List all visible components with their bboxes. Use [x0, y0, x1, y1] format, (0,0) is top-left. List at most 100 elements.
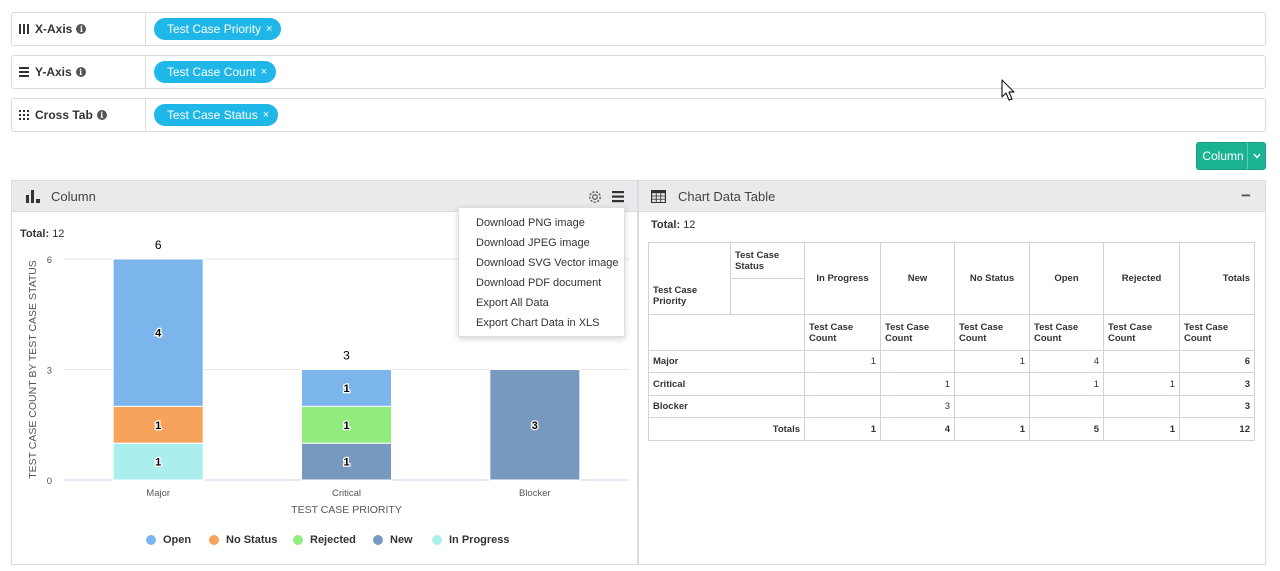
column-chart-icon [26, 190, 40, 203]
export-menu: Download PNG image Download JPEG image Dow… [458, 207, 625, 337]
chart-data-table: Test Case Status In Progress New No Stat… [648, 242, 1255, 441]
info-icon[interactable]: i [76, 24, 87, 34]
corner-priority-header: Test Case Priority [648, 278, 731, 315]
table-cell: 1 [1103, 372, 1180, 396]
legend-item[interactable]: No Status [209, 534, 277, 546]
chart-type-label: Column [1202, 149, 1244, 163]
collapse-icon[interactable]: − [1241, 186, 1251, 206]
x-tick-label: Major [146, 488, 170, 499]
info-icon[interactable]: i [75, 67, 86, 77]
chip-label: Test Case Priority [167, 22, 262, 36]
data-label: 1 [155, 457, 161, 469]
stack-total-label: 6 [155, 238, 162, 252]
export-menu-item[interactable]: Download PDF document [459, 273, 624, 293]
cross-tab-row: Cross Tab i Test Case Status × [11, 98, 1266, 132]
cross-tab-value[interactable]: Test Case Status × [146, 99, 1265, 131]
legend-label: Open [163, 534, 192, 546]
row-label: Major [648, 350, 805, 373]
table-cell: 1 [1103, 417, 1180, 441]
total-label: Total: [651, 219, 681, 231]
x-tick-label: Blocker [519, 488, 551, 499]
chart-type-button[interactable]: Column [1196, 142, 1266, 170]
data-label: 1 [155, 420, 161, 432]
chevron-down-icon[interactable] [1247, 143, 1265, 169]
column-header: In Progress [804, 242, 881, 315]
y-tick-label: 0 [47, 476, 52, 487]
table-cell [954, 372, 1030, 396]
table-cell: 1 [954, 417, 1030, 441]
column-header: Open [1029, 242, 1104, 315]
table-cell: 4 [1029, 350, 1104, 373]
table-grid-icon [651, 189, 666, 203]
remove-chip-icon[interactable]: × [261, 66, 267, 78]
row-label: Totals [648, 417, 805, 441]
column-header: No Status [954, 242, 1030, 315]
info-icon[interactable]: i [96, 110, 107, 120]
x-axis-row: X-Axis i Test Case Priority × [11, 12, 1266, 46]
legend-marker [146, 535, 156, 545]
measure-header: Test Case Count [804, 314, 881, 351]
legend-item[interactable]: Rejected [293, 534, 356, 546]
legend-item[interactable]: In Progress [432, 534, 510, 546]
table-cell [1029, 395, 1104, 418]
cross-tab-chip[interactable]: Test Case Status × [154, 104, 279, 126]
corner-blank [730, 278, 805, 315]
chart-panel-title: Column [51, 188, 96, 204]
table-cell: 3 [1179, 372, 1255, 396]
y-axis-row: Y-Axis i Test Case Count × [11, 55, 1266, 89]
menu-icon[interactable] [611, 190, 625, 204]
y-tick-label: 3 [47, 366, 52, 377]
y-axis-chip[interactable]: Test Case Count × [154, 61, 277, 83]
table-cell: 1 [804, 350, 881, 373]
y-axis-value[interactable]: Test Case Count × [146, 56, 1265, 88]
measure-header: Test Case Count [1179, 314, 1255, 351]
corner-status-header: Test Case Status [730, 242, 805, 279]
table-cell: 12 [1179, 417, 1255, 441]
cross-tab-text: Cross Tab [35, 108, 93, 122]
export-menu-item[interactable]: Download JPEG image [459, 233, 624, 253]
table-row: Major 1 1 4 6 [648, 350, 1255, 373]
column-header: Rejected [1103, 242, 1180, 315]
legend-item[interactable]: New [373, 534, 413, 546]
remove-chip-icon[interactable]: × [263, 109, 269, 121]
gear-icon[interactable] [587, 189, 603, 205]
total-value: 12 [683, 219, 696, 231]
table-cell: 1 [880, 372, 955, 396]
table-cell [804, 395, 881, 418]
legend-label: In Progress [449, 534, 510, 546]
table-cell [1103, 350, 1180, 373]
x-tick-label: Critical [332, 488, 361, 499]
x-axis-value[interactable]: Test Case Priority × [146, 13, 1265, 45]
data-table-header: Chart Data Table − [639, 181, 1265, 212]
export-menu-item[interactable]: Download PNG image [459, 213, 624, 233]
grid-dots-icon [19, 110, 29, 120]
legend-label: No Status [226, 534, 278, 546]
table-cell [880, 350, 955, 373]
remove-chip-icon[interactable]: × [266, 23, 272, 35]
measure-header: Test Case Count [1029, 314, 1104, 351]
x-axis-label: X-Axis i [12, 13, 146, 45]
data-label: 3 [532, 420, 538, 432]
legend-label: Rejected [310, 534, 356, 546]
table-row: Blocker 3 3 [648, 395, 1255, 418]
table-cell: 1 [954, 350, 1030, 373]
table-cell [954, 395, 1030, 418]
legend-item[interactable]: Open [146, 534, 191, 546]
table-cell: 3 [880, 395, 955, 418]
export-menu-item[interactable]: Export Chart Data in XLS [459, 313, 624, 333]
export-menu-item[interactable]: Export All Data [459, 293, 624, 313]
table-cell: 1 [804, 417, 881, 441]
table-cell: 3 [1179, 395, 1255, 418]
table-row: Critical 1 1 1 3 [648, 372, 1255, 396]
data-table-title: Chart Data Table [678, 188, 776, 204]
legend-marker [432, 535, 442, 545]
x-axis-chip[interactable]: Test Case Priority × [154, 18, 282, 40]
x-axis-title: TEST CASE PRIORITY [291, 504, 402, 516]
export-menu-item[interactable]: Download SVG Vector image [459, 253, 624, 273]
legend-label: New [390, 534, 413, 546]
measure-row-blank [648, 314, 805, 351]
table-cell [1103, 395, 1180, 418]
data-label: 1 [343, 420, 349, 432]
rows-icon [19, 67, 29, 77]
x-axis-text: X-Axis [35, 22, 73, 36]
